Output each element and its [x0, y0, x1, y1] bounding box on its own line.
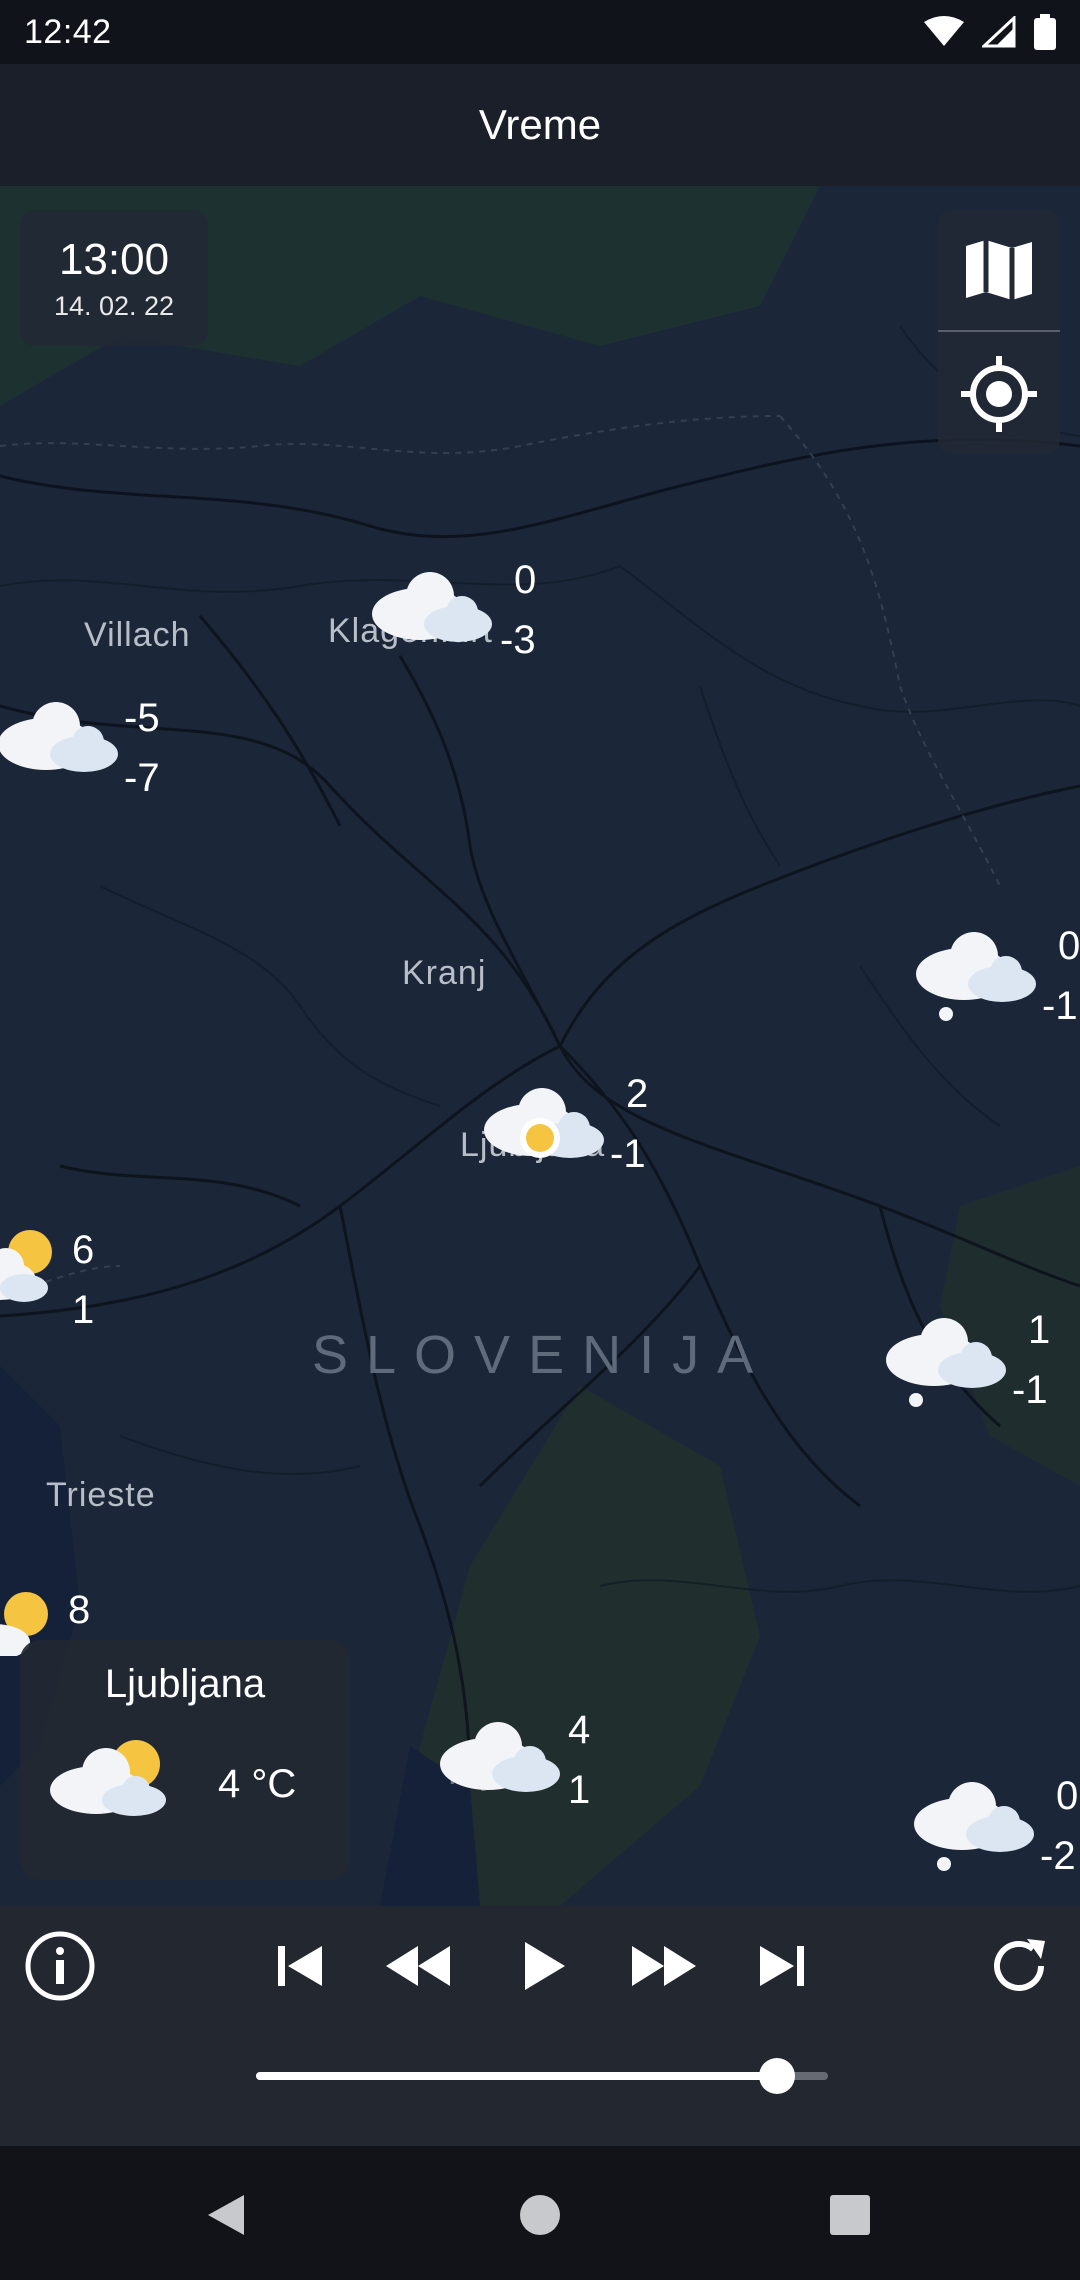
- skip-to-start-button[interactable]: [260, 1926, 340, 2006]
- map-icon: [966, 240, 1032, 300]
- temp-max-rijeka: 4: [568, 1708, 591, 1752]
- controls-divider: [938, 330, 1060, 332]
- status-time: 12:42: [24, 12, 112, 51]
- app-bar: Vreme: [0, 64, 1080, 186]
- location-dot-icon: [520, 1118, 560, 1158]
- skip-to-start-icon: [278, 1946, 322, 1986]
- temp-max-southeast: 1: [1028, 1308, 1051, 1352]
- temp-min-rijeka: 1: [568, 1768, 591, 1812]
- temp-min-klagenfurt: -3: [500, 618, 536, 662]
- partly-sunny-icon[interactable]: [0, 1222, 70, 1312]
- fast-forward-button[interactable]: [624, 1926, 704, 2006]
- cloudy-icon[interactable]: [0, 696, 124, 776]
- back-icon: [208, 2195, 244, 2235]
- recents-button[interactable]: [810, 2180, 890, 2250]
- selected-city-temperature: 4 °C: [218, 1762, 297, 1806]
- play-icon: [525, 1942, 565, 1990]
- temp-min-villach: -7: [124, 756, 160, 800]
- temp-max-ljubljana: 2: [626, 1072, 649, 1116]
- city-label-villach: Villach: [84, 616, 191, 654]
- temp-min-east: -1: [1042, 984, 1078, 1028]
- cloudy-icon[interactable]: [368, 566, 498, 646]
- cloudy-light-snow-icon[interactable]: [910, 1776, 1040, 1876]
- timeline-slider-thumb[interactable]: [758, 2058, 795, 2094]
- temp-min-south-east-far: -2: [1040, 1834, 1076, 1878]
- my-location-button[interactable]: [938, 334, 1060, 454]
- city-label-kranj: Kranj: [402, 954, 487, 992]
- recents-icon: [830, 2195, 870, 2235]
- info-icon: [25, 1931, 95, 2001]
- temp-min-ljubljana: -1: [610, 1132, 646, 1176]
- refresh-button[interactable]: [980, 1926, 1060, 2006]
- selected-city-name: Ljubljana: [104, 1662, 266, 1706]
- status-bar: 12:42: [0, 0, 1080, 64]
- signal-icon: [982, 16, 1016, 48]
- temp-max-west: 6: [72, 1228, 95, 1272]
- refresh-icon: [994, 1939, 1045, 1991]
- temp-min-west: 1: [72, 1288, 95, 1332]
- skip-to-end-button[interactable]: [742, 1926, 822, 2006]
- cloudy-light-snow-icon[interactable]: [912, 926, 1042, 1026]
- back-button[interactable]: [186, 2180, 266, 2250]
- cloudy-light-snow-icon[interactable]: [882, 1312, 1012, 1412]
- battery-icon: [1034, 14, 1056, 50]
- map-controls: [938, 210, 1060, 454]
- skip-to-end-icon: [760, 1946, 804, 1986]
- rewind-icon: [386, 1946, 450, 1986]
- city-label-trieste: Trieste: [46, 1476, 156, 1514]
- temp-max-south-east-far: 0: [1056, 1774, 1079, 1818]
- forecast-date: 14. 02. 22: [53, 290, 175, 321]
- forecast-time: 13:00: [58, 234, 170, 284]
- map-layers-button[interactable]: [938, 210, 1060, 330]
- timeline-slider-fill: [256, 2072, 777, 2080]
- temp-max-east: 0: [1058, 924, 1080, 968]
- my-location-icon: [961, 356, 1037, 432]
- play-button[interactable]: [504, 1926, 584, 2006]
- partly-sunny-icon: [50, 1740, 166, 1816]
- temp-max-klagenfurt: 0: [514, 558, 537, 602]
- temp-max-coast: 8: [68, 1588, 91, 1632]
- status-icons: [924, 14, 1056, 50]
- app-title: Vreme: [478, 101, 602, 148]
- fast-forward-icon: [632, 1946, 696, 1986]
- info-button[interactable]: [20, 1926, 100, 2006]
- home-icon: [520, 2195, 560, 2235]
- rewind-button[interactable]: [378, 1926, 458, 2006]
- wifi-icon: [924, 16, 964, 46]
- country-label: SLOVENIJA: [312, 1325, 772, 1385]
- cloudy-icon[interactable]: [436, 1716, 566, 1806]
- timestamp-card: 13:00 14. 02. 22: [20, 210, 208, 346]
- temp-max-villach: -5: [124, 696, 160, 740]
- temp-min-southeast: -1: [1012, 1368, 1048, 1412]
- home-button[interactable]: [500, 2180, 580, 2250]
